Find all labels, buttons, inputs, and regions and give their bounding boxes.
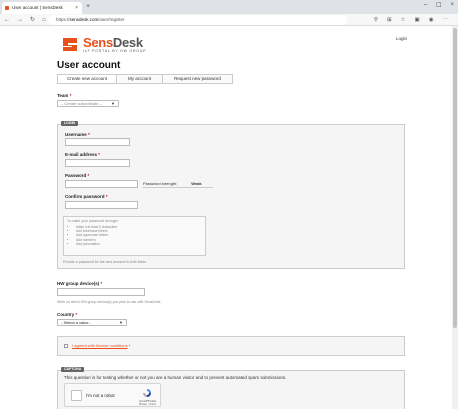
tab-title: User account | SensDesk xyxy=(12,5,63,10)
device-help: Write us which HW group device(s) you pl… xyxy=(57,300,162,304)
required-mark: * xyxy=(98,152,101,157)
browser-tab[interactable]: User account | SensDesk × xyxy=(2,2,82,14)
email-label-text: E-mail address xyxy=(65,152,98,157)
refresh-icon[interactable]: ↻ xyxy=(30,15,35,25)
browser-tab-bar: User account | SensDesk × + – ☐ × xyxy=(0,0,458,14)
home-icon[interactable]: ⌂ xyxy=(42,15,46,25)
confirm-password-label-text: Confirm password xyxy=(65,194,105,199)
recaptcha-widget: I'm not a robot reCAPTCHA Privacy - Term… xyxy=(64,383,161,407)
url-host: sensdesk.com xyxy=(69,17,99,22)
password-strength-value: Weak xyxy=(191,181,202,186)
recaptcha-label: I'm not a robot xyxy=(86,393,115,398)
password-input[interactable] xyxy=(65,180,138,188)
brand-tagline: IoT PORTAL BY HW GROUP xyxy=(83,48,147,53)
recaptcha-checkbox[interactable] xyxy=(71,390,82,401)
page-title: User account xyxy=(57,60,121,71)
reader-icon[interactable]: ⚲ xyxy=(374,15,378,25)
minimize-button[interactable]: – xyxy=(424,2,427,9)
tab-close-icon[interactable]: × xyxy=(75,2,78,14)
confirm-password-input[interactable] xyxy=(65,201,138,209)
password-strength: Password strength: Weak xyxy=(143,181,202,186)
device-label-text: HW group device(s) xyxy=(57,281,100,286)
extensions-icon[interactable]: ▣ xyxy=(414,15,419,25)
required-mark: * xyxy=(87,173,90,178)
username-label-text: Username xyxy=(65,132,87,137)
country-select-value: - Select a value - xyxy=(61,320,92,325)
window-controls: – ☐ × xyxy=(424,2,454,9)
site-logo[interactable]: SensDesk IoT PORTAL BY HW GROUP xyxy=(60,34,146,54)
required-mark: * xyxy=(88,132,90,137)
brand-name: SensDesk xyxy=(83,36,146,49)
chevron-down-icon: ▼ xyxy=(111,101,115,106)
sensdesk-logo-icon xyxy=(63,38,77,51)
required-mark: * xyxy=(69,93,72,98)
team-select[interactable]: – Create subordinate – ▼ xyxy=(57,100,119,107)
brand-name-second: Desk xyxy=(112,34,143,50)
login-link[interactable]: Login xyxy=(396,36,407,41)
forward-icon[interactable]: → xyxy=(17,15,23,25)
username-label: Username * xyxy=(65,132,90,137)
license-checkbox[interactable] xyxy=(64,344,68,348)
hints-list: Make it at least 6 characters Add lowerc… xyxy=(64,225,205,246)
browser-tools: ⚲ ⊞ ☆ ▣ ◉ ⋯ xyxy=(374,15,448,25)
profile-icon[interactable]: ◉ xyxy=(429,15,434,25)
chevron-down-icon: ▼ xyxy=(119,320,123,325)
country-select[interactable]: - Select a value - ▼ xyxy=(57,319,127,326)
device-input[interactable] xyxy=(57,288,145,296)
maximize-button[interactable]: ☐ xyxy=(436,2,441,9)
country-label-text: Country xyxy=(57,312,75,317)
password-strength-label: Password strength: xyxy=(143,181,178,186)
license-text: I agreed with license conditions * xyxy=(72,343,130,348)
address-bar: ← → ↻ ⌂ https://sensdesk.com/user/regist… xyxy=(0,14,458,26)
required-mark: * xyxy=(105,194,108,199)
login-legend: LOGIN xyxy=(61,121,79,126)
password-strength-bar xyxy=(143,187,213,188)
url-prefix: https:// xyxy=(56,17,70,22)
confirm-password-label: Confirm password * xyxy=(65,194,108,199)
password-label-text: Password xyxy=(65,173,87,178)
tab-my-account[interactable]: My account xyxy=(117,74,163,84)
recaptcha-links[interactable]: Privacy - Terms xyxy=(139,403,156,406)
favicon-icon xyxy=(5,6,9,10)
country-label: Country * xyxy=(57,312,77,317)
favorites-icon[interactable]: ☆ xyxy=(401,15,406,25)
list-item: Add punctuation xyxy=(76,242,205,246)
new-tab-button[interactable]: + xyxy=(86,2,90,12)
hints-title: To make your password stronger: xyxy=(67,219,119,223)
email-label: E-mail address * xyxy=(65,152,100,157)
page-content: SensDesk IoT PORTAL BY HW GROUP Login Us… xyxy=(0,26,452,409)
team-select-value: – Create subordinate – xyxy=(61,101,102,106)
tab-create-account[interactable]: Create new account xyxy=(57,74,117,84)
account-tabs: Create new account My account Request ne… xyxy=(57,74,233,84)
logo-text: SensDesk IoT PORTAL BY HW GROUP xyxy=(83,36,146,53)
recaptcha-logo-icon xyxy=(143,389,151,397)
required-mark: * xyxy=(100,281,103,286)
more-icon[interactable]: ⋯ xyxy=(443,15,449,25)
password-label: Password * xyxy=(65,173,89,178)
url-path: /user/register xyxy=(98,17,125,22)
required-mark: * xyxy=(75,312,78,317)
page-scrollbar[interactable] xyxy=(452,26,458,409)
close-window-button[interactable]: × xyxy=(450,2,454,9)
url-field[interactable]: https://sensdesk.com/user/register xyxy=(48,15,348,25)
license-link[interactable]: I agreed with license conditions xyxy=(72,343,128,348)
captcha-legend: CAPTCHA xyxy=(61,367,85,372)
email-input[interactable] xyxy=(65,159,130,167)
tab-request-password[interactable]: Request new password xyxy=(163,74,233,84)
team-label: Team * xyxy=(57,93,71,98)
captcha-question: This question is for testing whether or … xyxy=(64,375,287,380)
scrollbar-thumb[interactable] xyxy=(453,28,457,328)
nav-buttons: ← → ↻ ⌂ xyxy=(4,15,46,25)
team-label-text: Team xyxy=(57,93,69,98)
username-input[interactable] xyxy=(65,138,130,146)
required-mark: * xyxy=(128,343,131,348)
collections-icon[interactable]: ⊞ xyxy=(387,15,392,25)
brand-name-main: Sens xyxy=(83,34,113,50)
password-hints: To make your password stronger: Make it … xyxy=(63,216,206,256)
password-help: Provide a password for the new account i… xyxy=(63,260,147,264)
device-label: HW group device(s) * xyxy=(57,281,102,286)
back-icon[interactable]: ← xyxy=(4,15,10,25)
